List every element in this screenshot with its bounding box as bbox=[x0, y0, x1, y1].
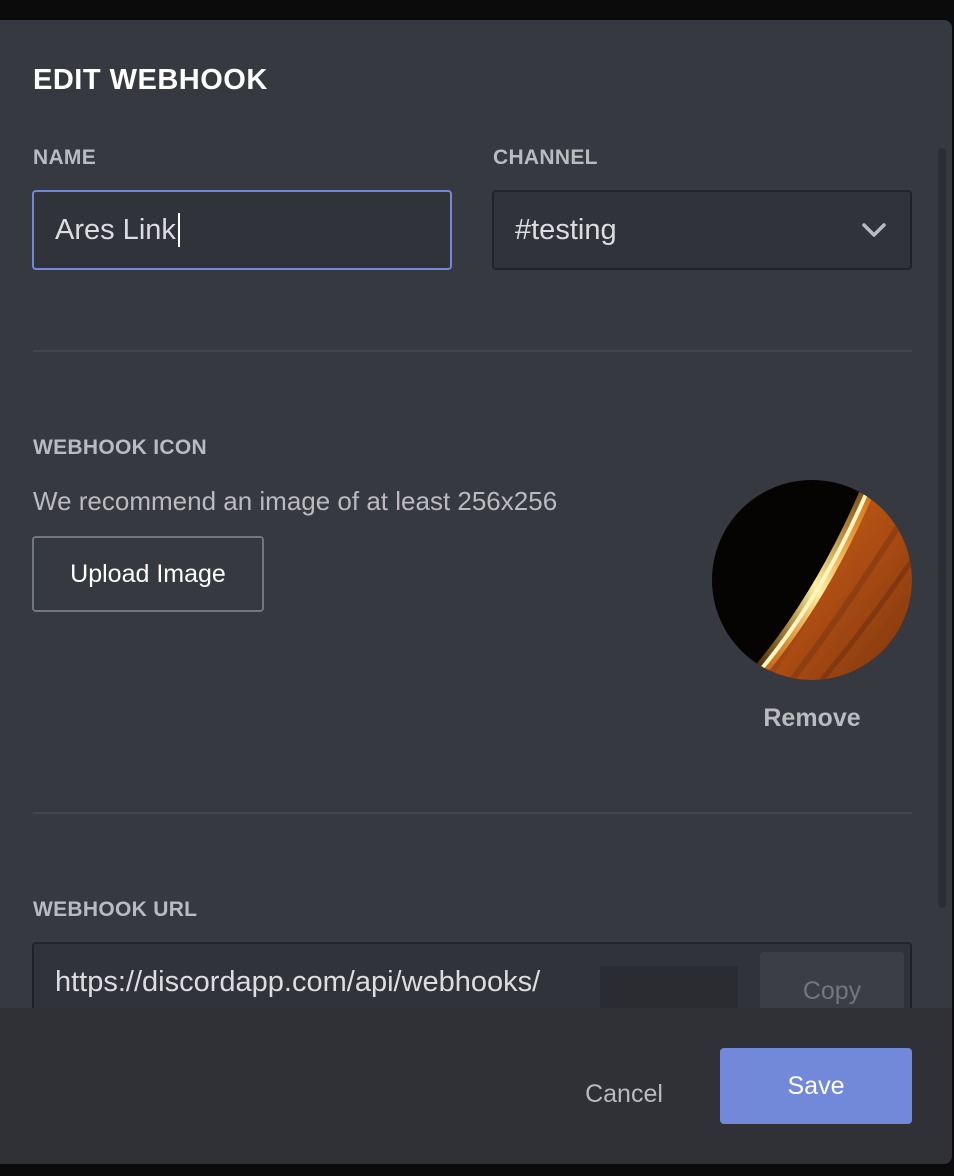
remove-icon-button[interactable]: Remove bbox=[712, 704, 912, 733]
dialog-title: EDIT WEBHOOK bbox=[33, 64, 268, 96]
channel-select[interactable]: #testing bbox=[492, 190, 912, 270]
dialog-footer: Cancel Save bbox=[0, 1008, 952, 1164]
webhook-url-label: WEBHOOK URL bbox=[33, 898, 198, 921]
cancel-button[interactable]: Cancel bbox=[566, 1056, 682, 1132]
scrollbar[interactable] bbox=[938, 148, 946, 908]
text-caret bbox=[177, 213, 180, 247]
webhook-avatar[interactable] bbox=[712, 480, 912, 680]
webhook-icon-label: WEBHOOK ICON bbox=[33, 436, 207, 459]
divider bbox=[33, 350, 912, 352]
name-input[interactable]: Ares Link bbox=[32, 190, 452, 270]
planet-image bbox=[712, 480, 912, 680]
webhook-url-value: https://discordapp.com/api/webhooks/ bbox=[55, 966, 541, 998]
webhook-icon-hint: We recommend an image of at least 256x25… bbox=[33, 486, 558, 516]
save-button[interactable]: Save bbox=[720, 1048, 912, 1124]
upload-image-button[interactable]: Upload Image bbox=[32, 536, 264, 612]
divider bbox=[33, 812, 912, 814]
chevron-down-icon bbox=[862, 223, 886, 237]
channel-label: CHANNEL bbox=[493, 146, 598, 169]
name-label: NAME bbox=[33, 146, 97, 169]
name-input-value: Ares Link bbox=[55, 213, 176, 246]
channel-select-value: #testing bbox=[515, 213, 617, 246]
edit-webhook-dialog: EDIT WEBHOOK NAME Ares Link CHANNEL #tes… bbox=[0, 20, 952, 1164]
